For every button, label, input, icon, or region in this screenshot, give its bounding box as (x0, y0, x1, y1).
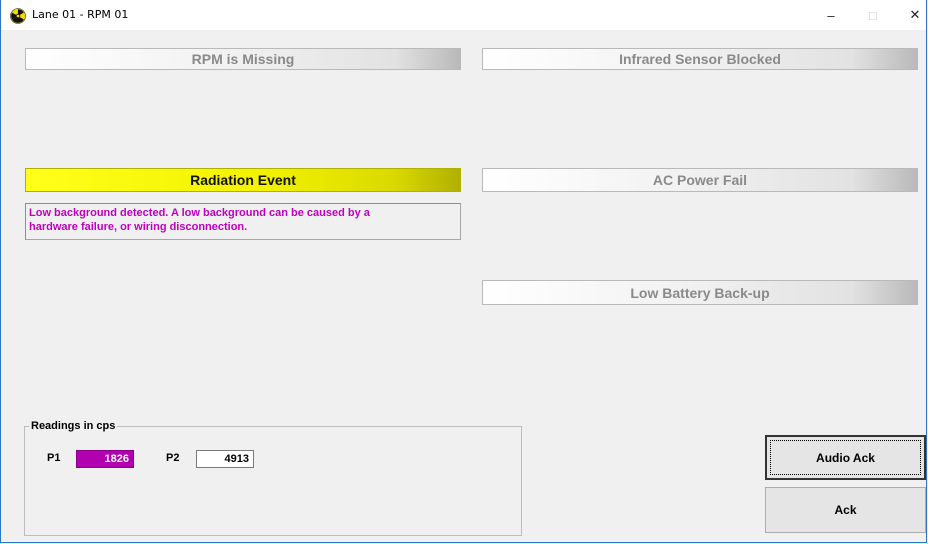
alarm-ac-power-fail: AC Power Fail (482, 168, 918, 192)
p2-value: 4913 (196, 450, 254, 468)
alarm-infrared-blocked: Infrared Sensor Blocked (482, 48, 918, 70)
radiation-icon (10, 8, 26, 24)
maximize-button[interactable]: □ (856, 0, 890, 30)
alarm-message-box: Low background detected. A low backgroun… (25, 203, 461, 240)
audio-ack-button[interactable]: Audio Ack (765, 435, 926, 480)
message-line-2: hardware failure, or wiring disconnectio… (29, 221, 248, 233)
window-title: Lane 01 - RPM 01 (32, 8, 129, 21)
ack-button[interactable]: Ack (765, 487, 926, 533)
alarm-radiation-event: Radiation Event (25, 168, 461, 192)
message-line-1: Low background detected. A low backgroun… (29, 207, 370, 219)
alarm-rpm-missing: RPM is Missing (25, 48, 461, 70)
title-bar: Lane 01 - RPM 01 – □ ✕ (1, 0, 926, 30)
close-button[interactable]: ✕ (898, 0, 928, 30)
p2-label: P2 (166, 452, 180, 464)
main-window: Lane 01 - RPM 01 – □ ✕ RPM is Missing In… (0, 0, 927, 543)
alarm-low-battery: Low Battery Back-up (482, 280, 918, 305)
readings-group: Readings in cps (24, 420, 522, 536)
p1-value: 1826 (76, 450, 134, 468)
minimize-button[interactable]: – (814, 0, 848, 30)
p1-label: P1 (47, 452, 61, 464)
readings-legend: Readings in cps (31, 420, 116, 432)
